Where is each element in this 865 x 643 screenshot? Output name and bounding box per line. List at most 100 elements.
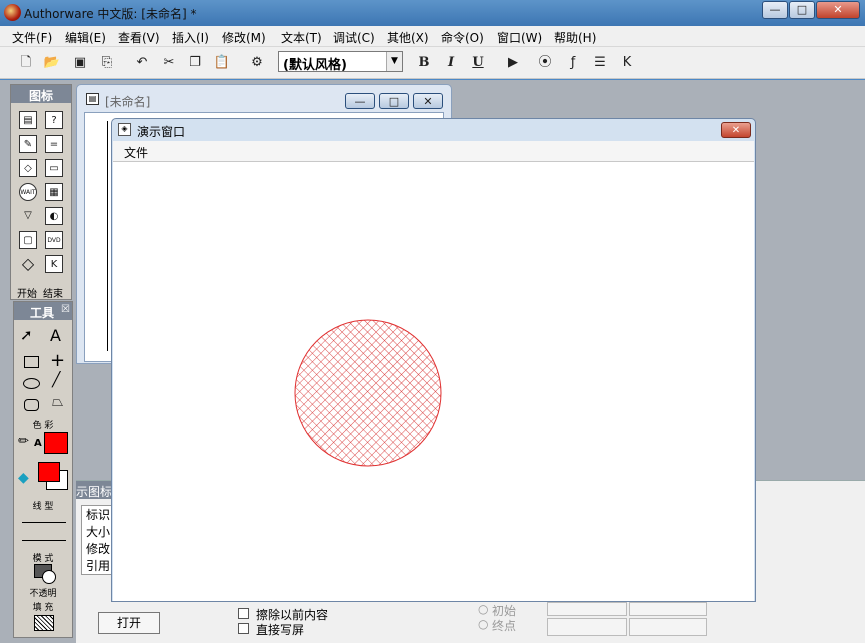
info-label-modified: 修改 (86, 542, 111, 556)
end-flag-label[interactable]: 结束 (43, 285, 63, 300)
dvd-icon[interactable]: DVD (45, 231, 63, 249)
menu-bar: 文件(F) 编辑(E) 查看(V) 插入(I) 修改(M) 文本(T) 调试(C… (0, 26, 865, 47)
find-icon[interactable]: ⚙ (247, 53, 267, 73)
presentation-window: ◈ 演示窗口 ✕ 文件 (111, 118, 756, 602)
presentation-close-button[interactable]: ✕ (721, 122, 751, 138)
mode-circle-icon (42, 570, 56, 584)
line-style-label: 线 型 (32, 502, 54, 512)
open-button[interactable]: 打开 (98, 612, 160, 634)
menu-edit[interactable]: 编辑(E) (65, 29, 106, 46)
line-style-thin[interactable] (22, 522, 66, 523)
pointer-tool-icon[interactable]: ➚ (20, 326, 33, 344)
presentation-menu-bar: 文件 (113, 141, 754, 161)
initial-radio[interactable]: ○ (478, 602, 488, 616)
initial-x-field[interactable] (547, 602, 627, 616)
maximize-button[interactable]: □ (789, 1, 815, 19)
menu-text[interactable]: 文本(T) (281, 29, 322, 46)
paste-icon[interactable]: 📋 (212, 53, 232, 73)
menu-command[interactable]: 命令(O) (441, 29, 484, 46)
save-all-icon[interactable]: ▣ (70, 53, 90, 73)
menu-window[interactable]: 窗口(W) (497, 29, 542, 46)
presentation-icon: ◈ (118, 123, 131, 136)
flowline-close-button[interactable]: ✕ (413, 93, 443, 109)
ellipse-tool-icon[interactable] (23, 378, 40, 389)
new-file-icon[interactable]: 🗋 (16, 53, 36, 73)
map-icon[interactable]: ▢ (19, 231, 37, 249)
run-icon[interactable]: ▶ (503, 53, 523, 73)
polygon-tool-icon[interactable]: ⏢ (52, 394, 63, 410)
interaction-icon[interactable]: ▽ (19, 207, 37, 225)
undo-icon[interactable]: ↶ (132, 53, 152, 73)
icon-palette-header: 图标 (11, 85, 71, 103)
fill-pattern-swatch[interactable] (34, 615, 54, 631)
cut-icon[interactable]: ✂ (159, 53, 179, 73)
text-tool-icon[interactable]: A (50, 326, 61, 345)
info-label-reference: 引用 (86, 559, 111, 573)
close-icon[interactable]: ☒ (61, 304, 70, 315)
menu-debug[interactable]: 调试(C) (333, 29, 375, 46)
knowledge-object-icon[interactable]: K (45, 255, 63, 273)
presentation-title: 演示窗口 (137, 125, 186, 139)
framework-icon[interactable]: ◇ (19, 159, 37, 177)
wait-icon[interactable]: WAIT (19, 183, 37, 201)
icon-palette-title: 图标 (29, 89, 54, 103)
copy-icon[interactable]: ❐ (185, 53, 205, 73)
motion-icon[interactable]: ? (45, 111, 63, 129)
functions-icon[interactable]: ƒ (563, 53, 583, 73)
import-icon[interactable]: ⎘ (97, 53, 117, 73)
presentation-menu-file[interactable]: 文件 (124, 144, 148, 161)
menu-view[interactable]: 查看(V) (118, 29, 160, 46)
calculation-icon[interactable]: ◐ (45, 207, 63, 225)
flowline-maximize-button[interactable]: □ (379, 93, 409, 109)
bold-button[interactable]: B (414, 53, 434, 73)
end-y-field[interactable] (629, 618, 707, 636)
line-style-medium[interactable] (22, 540, 66, 541)
interaction-diamond-icon[interactable]: ◇ (19, 255, 37, 273)
sound-icon[interactable]: ▦ (45, 183, 63, 201)
stroke-color-swatch[interactable] (44, 432, 68, 454)
foreground-color-swatch[interactable] (38, 462, 60, 482)
navigate-icon[interactable]: = (45, 135, 63, 153)
chevron-down-icon[interactable]: ▼ (386, 52, 402, 71)
close-button[interactable]: ✕ (816, 1, 860, 19)
authorware-logo-icon (4, 4, 21, 21)
erase-previous-checkbox[interactable] (238, 608, 249, 619)
menu-other[interactable]: 其他(X) (387, 29, 429, 46)
tools-palette: 工具 ☒ ➚ A + ╱ ⏢ 色 彩 ✏ A ◆ 线 型 模 式 不透明 填 充 (13, 301, 73, 638)
menu-modify[interactable]: 修改(M) (222, 29, 266, 46)
end-point-radio[interactable]: ○ (478, 617, 488, 631)
tools-palette-header: 工具 ☒ (14, 302, 72, 320)
display-icon[interactable]: ▤ (19, 111, 37, 129)
menu-file[interactable]: 文件(F) (12, 29, 52, 46)
decision-icon[interactable]: ▭ (45, 159, 63, 177)
italic-button[interactable]: I (441, 53, 461, 73)
rectangle-tool-icon[interactable] (24, 356, 39, 368)
variables-icon[interactable]: ☰ (590, 53, 610, 73)
initial-y-field[interactable] (629, 602, 707, 616)
underline-button[interactable]: U (468, 53, 488, 73)
line-tool-icon[interactable]: ╱ (52, 372, 60, 388)
pencil-icon: ✏ (18, 434, 29, 449)
open-file-icon[interactable]: 📂 (42, 53, 62, 73)
end-x-field[interactable] (547, 618, 627, 636)
mode-section-label: 模 式 (32, 554, 54, 564)
minimize-button[interactable]: — (762, 1, 788, 19)
mode-value: 不透明 (29, 589, 57, 599)
toolbar: 🗋 📂 ▣ ⎘ ↶ ✂ ❐ 📋 ⚙ B I U ▶ ⦿ ƒ ☰ K (0, 47, 865, 79)
fill-bucket-icon: ◆ (18, 470, 29, 486)
icon-palette: 图标 ▤ ? ✎ = ◇ ▭ WAIT ▦ ▽ ◐ ▢ DVD ◇ K 开始 结… (10, 84, 72, 300)
cross-tool-icon[interactable]: + (50, 350, 65, 371)
erase-icon[interactable]: ✎ (19, 135, 37, 153)
menu-help[interactable]: 帮助(H) (554, 29, 596, 46)
rounded-rectangle-tool-icon[interactable] (24, 399, 39, 411)
control-panel-icon[interactable]: ⦿ (535, 53, 555, 73)
knowledge-objects-icon[interactable]: K (617, 53, 637, 73)
canvas-svg (294, 319, 442, 467)
flowline-minimize-button[interactable]: — (345, 93, 375, 109)
start-flag-label[interactable]: 开始 (17, 285, 37, 300)
hatched-red-circle[interactable] (294, 319, 442, 467)
text-style-select[interactable]: (默认风格) ▼ (278, 51, 403, 73)
direct-to-screen-checkbox[interactable] (238, 623, 249, 634)
menu-insert[interactable]: 插入(I) (172, 29, 209, 46)
presentation-canvas[interactable] (113, 161, 754, 601)
